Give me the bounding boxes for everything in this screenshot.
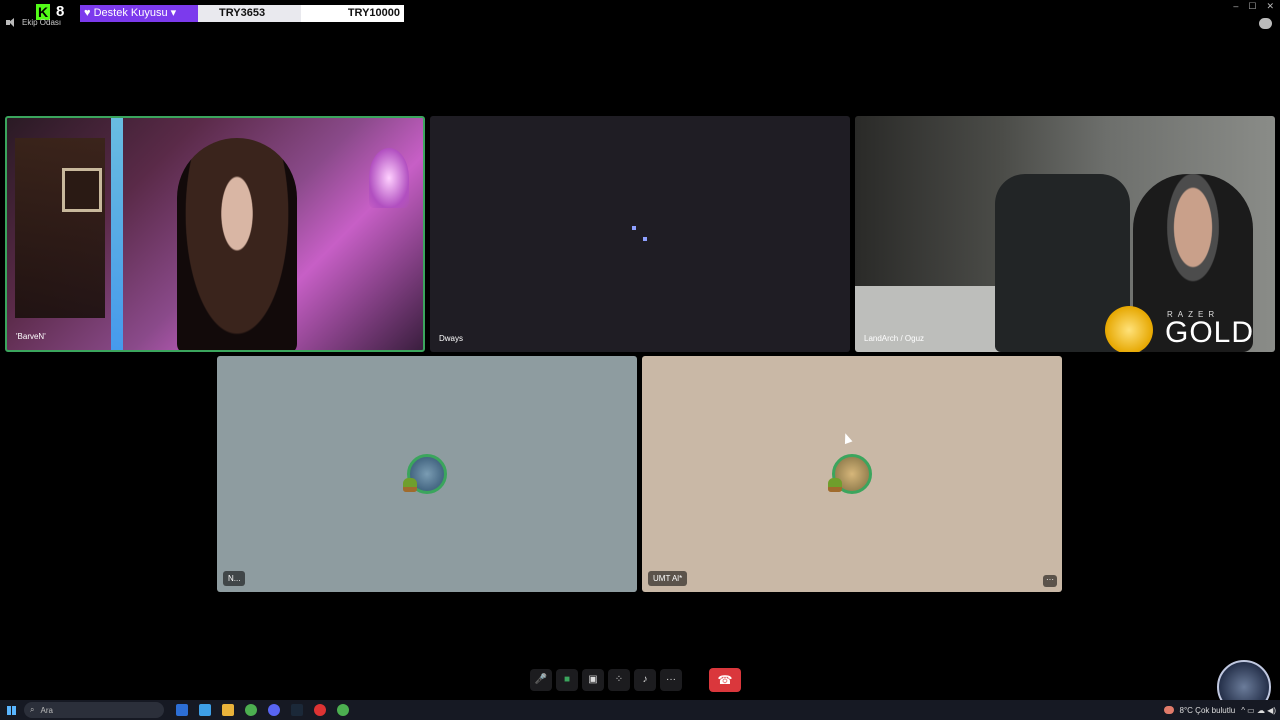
video-tile-dways[interactable]: Dways (430, 116, 850, 352)
windows-taskbar: ⌕ Ara 8°C Çok bulutlu ^ ▭ ☁ ◀) (0, 700, 1280, 720)
participant-name: UMT Al* (648, 571, 688, 586)
background-frame (62, 168, 102, 212)
camera-button[interactable]: ■ (556, 669, 578, 691)
tray-icons[interactable]: ^ ▭ ☁ ◀) (1241, 706, 1276, 715)
chrome-icon[interactable] (245, 704, 257, 716)
call-controls: 🎤 ■ ▣ ⁘ ♪ ··· (530, 669, 682, 691)
task-view-icon[interactable] (176, 704, 188, 716)
avatar-decoration-icon (828, 478, 842, 492)
video-tile-landarch-oguz[interactable]: RAZER GOLD LandArch / Oguz (855, 116, 1275, 352)
chrome-icon-2[interactable] (337, 704, 349, 716)
donation-target-amount: TRY10000 (301, 5, 404, 22)
sponsor-product: GOLD (1165, 316, 1255, 349)
donation-current-amount: TRY3653 (198, 5, 301, 22)
donation-goal-label: ♥ Destek Kuyusu ▾ (80, 5, 198, 22)
discord-icon[interactable] (268, 704, 280, 716)
copilot-icon[interactable] (199, 704, 211, 716)
steam-icon[interactable] (291, 704, 303, 716)
chat-bubble-icon[interactable] (1259, 18, 1272, 29)
close-button[interactable]: ✕ (1266, 1, 1274, 12)
activities-button[interactable]: ⁘ (608, 669, 630, 691)
app-icon[interactable] (314, 704, 326, 716)
screen-share-button[interactable]: ▣ (582, 669, 604, 691)
start-button[interactable] (0, 700, 22, 720)
background-lamp (369, 148, 409, 208)
loading-indicator (643, 237, 647, 241)
tile-more-button[interactable]: ··· (1043, 575, 1057, 587)
participant-name: LandArch / Oguz (864, 334, 925, 343)
participant-name: N... (223, 571, 246, 586)
window-controls: – ☐ ✕ (1233, 1, 1274, 12)
file-explorer-icon[interactable] (222, 704, 234, 716)
participant-name: Dways (439, 334, 464, 343)
soundboard-button[interactable]: ♪ (634, 669, 656, 691)
voice-channel-header: Ekip Odası (6, 18, 61, 27)
microphone-button[interactable]: 🎤 (530, 669, 552, 691)
participant-name: 'BarveN' (16, 332, 46, 341)
maximize-button[interactable]: ☐ (1248, 1, 1256, 12)
disconnect-button[interactable]: ☎ (709, 668, 741, 692)
discord-call-window: K 8 ♥ Destek Kuyusu ▾ TRY3653 TRY10000 E… (0, 0, 1280, 720)
razer-gold-coin-icon (1105, 306, 1153, 352)
search-icon: ⌕ (30, 705, 35, 714)
voice-channel-name: Ekip Odası (22, 18, 62, 27)
mouse-cursor-icon (841, 431, 853, 445)
video-tile-umt[interactable]: UMT Al* ··· (642, 356, 1062, 592)
search-placeholder: Ara (40, 705, 53, 715)
speaker-icon[interactable] (6, 18, 16, 27)
participant-video (177, 138, 297, 350)
video-tile-n[interactable]: N... (217, 356, 637, 592)
weather-icon (1163, 706, 1174, 714)
donation-goal-bar: ♥ Destek Kuyusu ▾ TRY3653 TRY10000 (80, 5, 404, 22)
minimize-button[interactable]: – (1233, 1, 1238, 12)
background-neon-light (111, 118, 123, 350)
video-tile-barven[interactable]: 'BarveN' (5, 116, 425, 352)
background-shelf (15, 138, 105, 318)
system-tray: 8°C Çok bulutlu ^ ▭ ☁ ◀) (1163, 700, 1276, 720)
avatar-decoration-icon (403, 478, 417, 492)
windows-logo-icon (6, 705, 16, 715)
weather-text[interactable]: 8°C Çok bulutlu (1180, 706, 1236, 715)
more-options-button[interactable]: ··· (660, 669, 682, 691)
loading-indicator (632, 226, 636, 230)
taskbar-apps (176, 704, 349, 716)
taskbar-search-input[interactable]: ⌕ Ara (24, 702, 164, 718)
